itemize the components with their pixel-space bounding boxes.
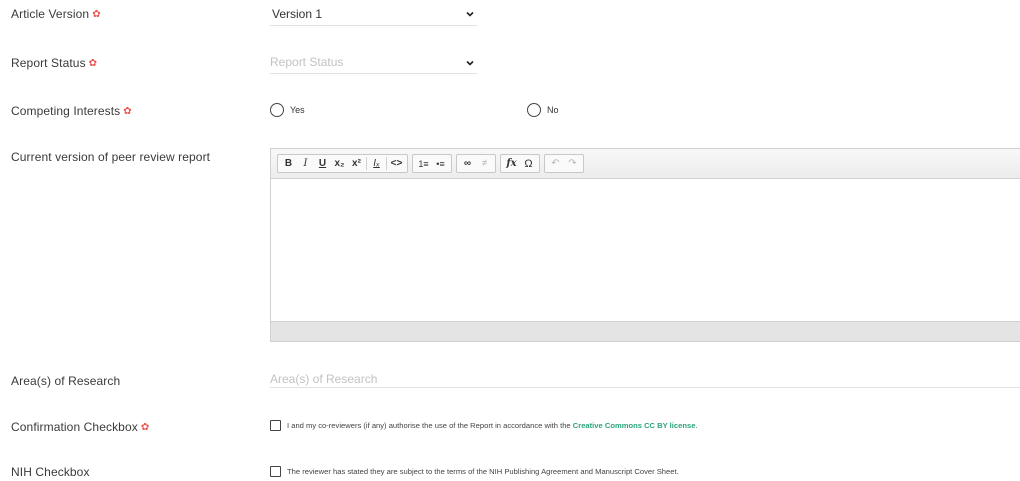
confirmation-text: I and my co-reviewers (if any) authorise… [287,421,698,430]
superscript-button[interactable]: x² [348,155,365,172]
toolbar-group-insert: fx Ω [500,154,540,173]
radio-circle[interactable] [270,103,284,117]
article-version-label: Article Version ✿ [11,7,101,21]
link-button[interactable]: ∞ [459,155,476,172]
nih-checkbox[interactable]: The reviewer has stated they are subject… [270,466,679,477]
areas-of-research-placeholder: Area(s) of Research [270,372,378,386]
radio-label-yes: Yes [290,105,305,115]
nih-text: The reviewer has stated they are subject… [287,467,679,476]
radio-label-no: No [547,105,559,115]
editor-status-bar [271,321,1020,341]
required-icon: ✿ [140,422,150,433]
remove-format-button[interactable]: Iₓ [368,155,385,172]
required-icon: ✿ [92,9,101,20]
report-status-label: Report Status ✿ [11,56,98,70]
checkbox-box[interactable] [270,420,281,431]
rich-text-editor[interactable]: B I U x₂ x² Iₓ <> 1≡ •≡ ∞ ≠ fx Ω ↶ ↷ [270,148,1020,342]
report-status-select[interactable]: Report Status [270,50,477,74]
toolbar-group-basic: B I U x₂ x² Iₓ <> [277,154,408,173]
competing-interests-no-radio[interactable]: No [527,103,559,117]
bold-button[interactable]: B [280,155,297,172]
toolbar-separator [366,157,367,170]
editor-content-area[interactable] [271,179,1020,321]
special-character-button[interactable]: Ω [520,155,537,172]
undo-button[interactable]: ↶ [547,155,564,172]
nih-checkbox-label: NIH Checkbox [11,465,90,479]
italic-button[interactable]: I [297,155,314,172]
numbered-list-button[interactable]: 1≡ [415,155,432,172]
article-version-value: Version 1 [272,7,323,21]
formula-button[interactable]: fx [503,155,520,172]
competing-interests-yes-radio[interactable]: Yes [270,103,305,117]
required-icon: ✿ [88,58,98,69]
areas-of-research-label: Area(s) of Research [11,374,121,388]
article-version-select[interactable]: Version 1 [270,2,477,26]
unlink-button[interactable]: ≠ [476,155,493,172]
radio-circle[interactable] [527,103,541,117]
bulleted-list-button[interactable]: •≡ [432,155,449,172]
report-status-placeholder: Report Status [270,55,344,69]
toolbar-group-links: ∞ ≠ [456,154,496,173]
source-button[interactable]: <> [388,155,405,172]
chevron-down-icon [466,11,474,17]
confirmation-checkbox[interactable]: I and my co-reviewers (if any) authorise… [270,420,698,431]
areas-of-research-input[interactable]: Area(s) of Research [270,366,1020,388]
required-icon: ✿ [123,106,132,117]
toolbar-group-history: ↶ ↷ [544,154,584,173]
subscript-button[interactable]: x₂ [331,155,348,172]
editor-toolbar: B I U x₂ x² Iₓ <> 1≡ •≡ ∞ ≠ fx Ω ↶ ↷ [271,149,1020,179]
checkbox-box[interactable] [270,466,281,477]
cc-by-license-link[interactable]: Creative Commons CC BY license [573,421,696,430]
toolbar-separator [386,157,387,170]
toolbar-group-lists: 1≡ •≡ [412,154,452,173]
redo-button[interactable]: ↷ [564,155,581,172]
confirmation-checkbox-label: Confirmation Checkbox ✿ [11,420,150,434]
chevron-down-icon [466,60,474,66]
peer-review-report-label: Current version of peer review report [11,150,211,164]
competing-interests-label: Competing Interests ✿ [11,104,132,118]
underline-button[interactable]: U [314,155,331,172]
